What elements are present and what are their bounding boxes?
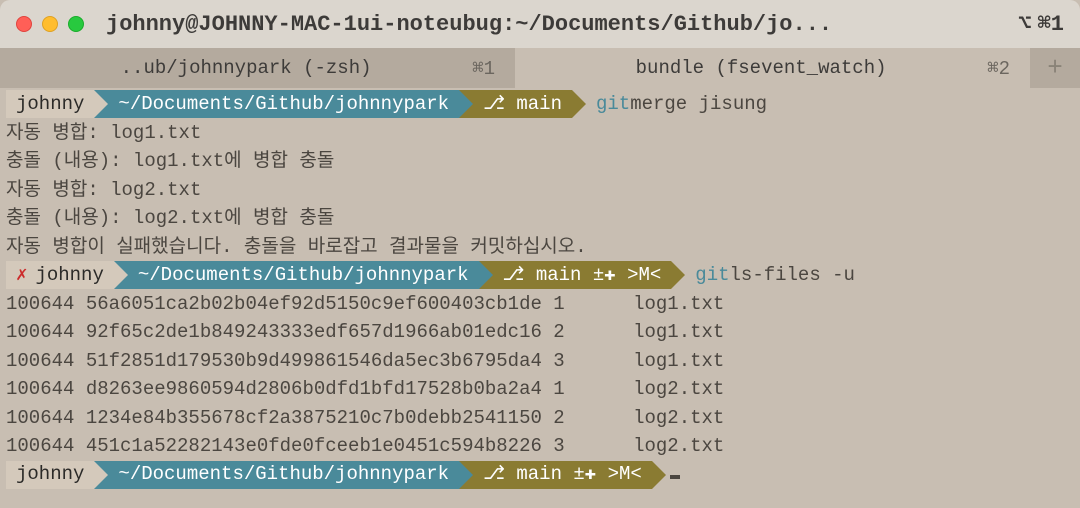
lsfiles-row: 100644 56a6051ca2b02b04ef92d5150c9ef6004… (6, 290, 1074, 319)
minimize-button[interactable] (42, 16, 58, 32)
prompt-user: johnny (6, 90, 94, 118)
prompt-path: ~/Documents/Github/johnnypark (94, 461, 459, 489)
tab-1[interactable]: ..ub/johnnypark (-zsh) ⌘1 (0, 48, 515, 88)
prompt-command: git ls-files -u (671, 261, 855, 290)
output-line: 자동 병합: log1.txt (6, 119, 1074, 148)
prompt-path: ~/Documents/Github/johnnypark (94, 90, 459, 118)
lsfiles-output: 100644 56a6051ca2b02b04ef92d5150c9ef6004… (6, 290, 1074, 461)
prompt-user: johnny (6, 461, 94, 489)
prompt-line-3: johnny ~/Documents/Github/johnnypark ⎇ m… (6, 461, 1074, 489)
add-tab-button[interactable]: + (1030, 48, 1080, 88)
prompt-branch: ⎇ main ±✚ >M< (479, 261, 672, 289)
prompt-line-1: johnny ~/Documents/Github/johnnypark ⎇ m… (6, 90, 1074, 119)
window-title-bar: johnny@JOHNNY-MAC-1ui-noteubug:~/Documen… (0, 0, 1080, 48)
plus-icon: + (1047, 53, 1063, 83)
prompt-user: ✗johnny (6, 261, 114, 289)
cursor (670, 475, 680, 479)
lsfiles-row: 100644 451c1a52282143e0fde0fceeb1e0451c5… (6, 432, 1074, 461)
option-icon: ⌥ (1018, 11, 1031, 37)
maximize-button[interactable] (68, 16, 84, 32)
tab-label: bundle (fsevent_watch) (535, 57, 987, 79)
output-line: 충돌 (내용): log2.txt에 병합 충돌 (6, 204, 1074, 233)
window-title: johnny@JOHNNY-MAC-1ui-noteubug:~/Documen… (106, 12, 1018, 37)
prompt-branch: ⎇ main (459, 90, 572, 118)
error-icon: ✗ (16, 261, 27, 290)
output-line: 자동 병합: log2.txt (6, 176, 1074, 205)
lsfiles-row: 100644 92f65c2de1b849243333edf657d1966ab… (6, 318, 1074, 347)
tab-label: ..ub/johnnypark (-zsh) (20, 57, 472, 79)
lsfiles-row: 100644 d8263ee9860594d2806b0dfd1bfd17528… (6, 375, 1074, 404)
close-button[interactable] (16, 16, 32, 32)
window-shortcut: ⌥ ⌘1 (1018, 11, 1064, 37)
prompt-branch: ⎇ main ±✚ >M< (459, 461, 652, 489)
traffic-lights (16, 16, 84, 32)
tab-bar: ..ub/johnnypark (-zsh) ⌘1 bundle (fseven… (0, 48, 1080, 88)
terminal-content[interactable]: johnny ~/Documents/Github/johnnypark ⎇ m… (0, 88, 1080, 491)
output-line: 충돌 (내용): log1.txt에 병합 충돌 (6, 147, 1074, 176)
tab-shortcut: ⌘2 (987, 57, 1010, 80)
tab-shortcut: ⌘1 (472, 57, 495, 80)
lsfiles-row: 100644 1234e84b355678cf2a3875210c7b0debb… (6, 404, 1074, 433)
output-line: 자동 병합이 실패했습니다. 충돌을 바로잡고 결과물을 커밋하십시오. (6, 233, 1074, 262)
tab-2[interactable]: bundle (fsevent_watch) ⌘2 (515, 48, 1030, 88)
prompt-path: ~/Documents/Github/johnnypark (114, 261, 479, 289)
prompt-command: git merge jisung (572, 90, 767, 119)
lsfiles-row: 100644 51f2851d179530b9d499861546da5ec3b… (6, 347, 1074, 376)
prompt-line-2: ✗johnny ~/Documents/Github/johnnypark ⎇ … (6, 261, 1074, 290)
